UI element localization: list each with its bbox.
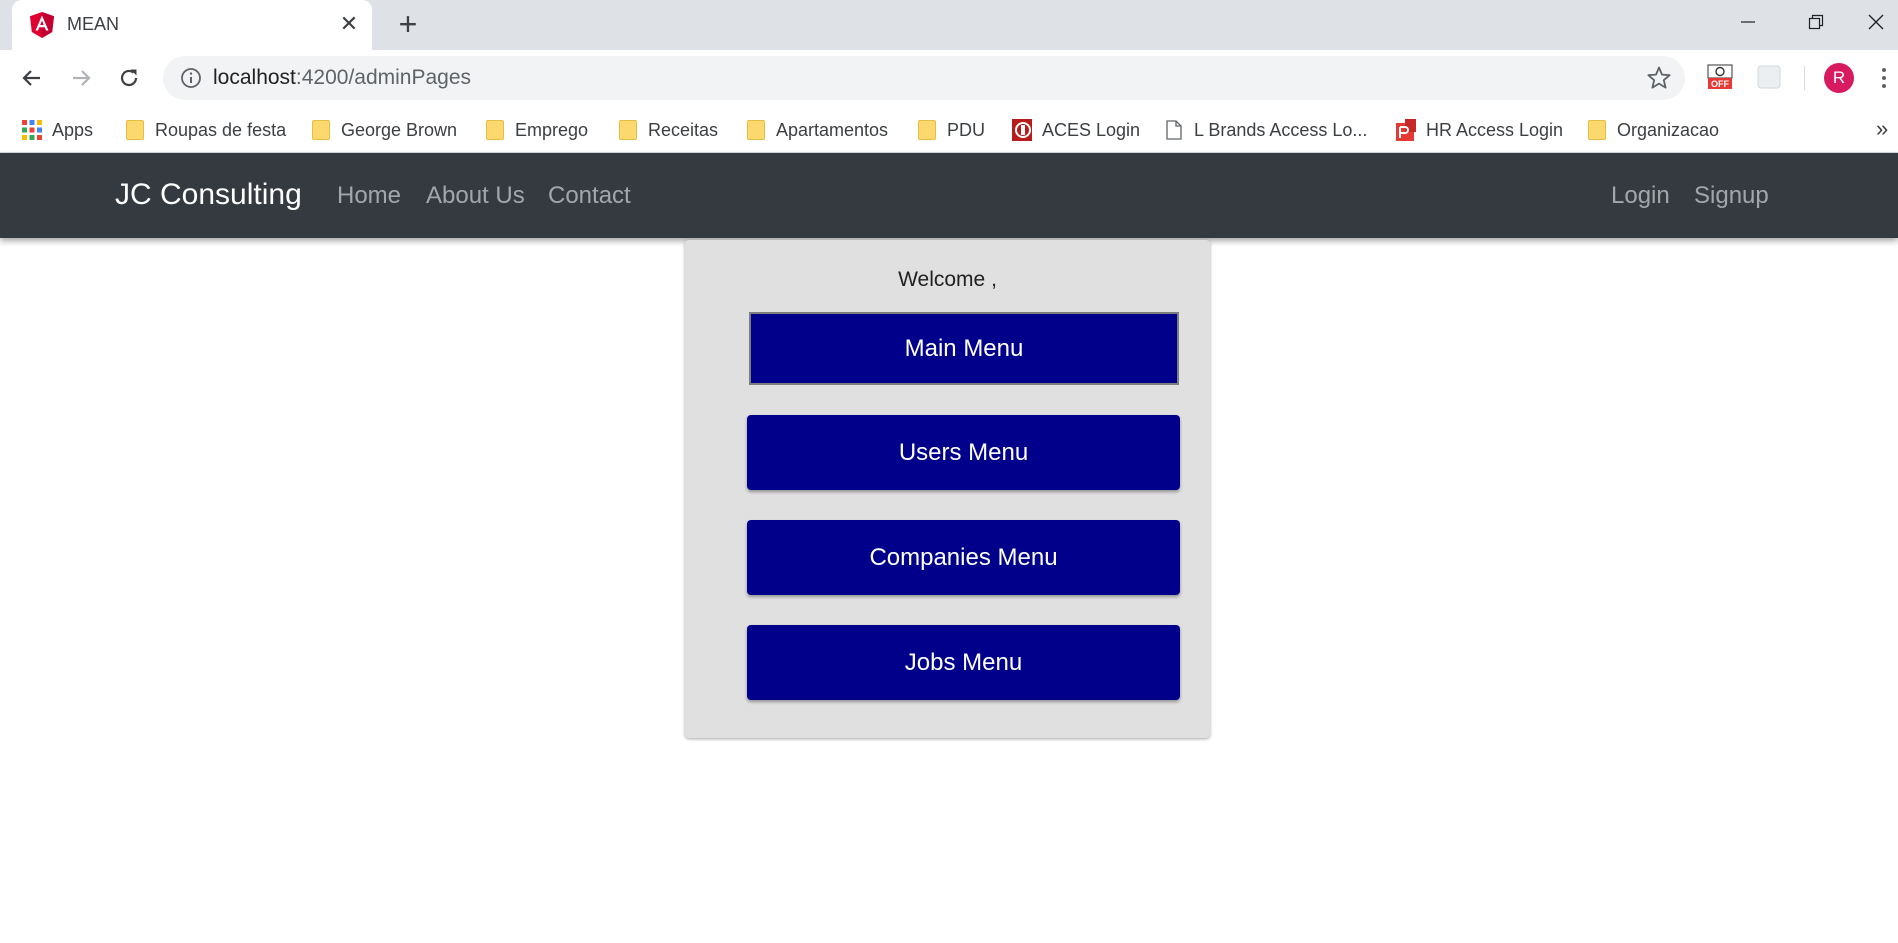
url-text: localhost:4200/adminPages [213, 66, 471, 90]
bookmark-apps[interactable]: Apps [22, 114, 93, 146]
browser-tab-strip: MEAN ✕ + [0, 0, 1898, 50]
tab-close-icon[interactable]: ✕ [335, 10, 363, 38]
folder-icon [311, 120, 331, 140]
bookmark-label: Apartamentos [776, 119, 889, 140]
browser-menu-icon[interactable] [1874, 63, 1894, 93]
bookmark-label: HR Access Login [1426, 119, 1564, 140]
site-navbar: JC Consulting Home About Us Contact Logi… [0, 153, 1898, 238]
reload-icon[interactable] [114, 63, 144, 93]
hr-favicon-icon [1396, 119, 1416, 141]
url-host: localhost [213, 66, 296, 89]
profile-avatar[interactable]: R [1824, 63, 1854, 93]
browser-tab[interactable]: MEAN ✕ [12, 0, 372, 50]
jobs-menu-button[interactable]: Jobs Menu [747, 625, 1180, 700]
browser-toolbar: localhost:4200/adminPages OFF R [0, 50, 1898, 106]
bookmark-hr-access-login[interactable]: HR Access Login [1396, 114, 1563, 146]
window-restore-icon[interactable] [1786, 0, 1846, 44]
folder-icon [485, 120, 505, 140]
svg-text:OFF: OFF [1711, 79, 1729, 89]
folder-icon [1587, 120, 1607, 140]
navbar-brand[interactable]: JC Consulting [115, 178, 302, 212]
bookmark-label: Organizacao [1617, 119, 1720, 140]
bookmark-receitas[interactable]: Receitas [618, 114, 718, 146]
nav-link-signup[interactable]: Signup [1694, 182, 1769, 210]
main-menu-button[interactable]: Main Menu [749, 312, 1179, 385]
bookmark-label: Emprego [515, 119, 589, 140]
folder-icon [618, 120, 638, 140]
nav-link-contact[interactable]: Contact [548, 182, 631, 210]
folder-icon [746, 120, 766, 140]
address-bar[interactable]: localhost:4200/adminPages [163, 56, 1685, 100]
nav-link-about-us[interactable]: About Us [426, 182, 525, 210]
bookmark-label: PDU [947, 119, 986, 140]
page-icon [1164, 120, 1184, 140]
admin-menu-card: Welcome , Main Menu Users Menu Companies… [685, 240, 1210, 738]
bookmark-george-brown[interactable]: George Brown [311, 114, 457, 146]
bookmark-label: George Brown [341, 119, 458, 140]
bookmark-apartamentos[interactable]: Apartamentos [746, 114, 888, 146]
bookmark-label: Roupas de festa [155, 119, 287, 140]
aces-favicon-icon [1012, 119, 1032, 141]
toolbar-separator [1804, 66, 1805, 90]
bookmark-label: Receitas [648, 119, 719, 140]
angular-icon [30, 12, 54, 38]
bookmarks-overflow-chevron-icon[interactable]: » [1876, 116, 1888, 142]
folder-icon [917, 120, 937, 140]
apps-grid-icon [22, 120, 42, 140]
users-menu-button[interactable]: Users Menu [747, 415, 1180, 490]
bookmark-aces-login[interactable]: ACES Login [1012, 114, 1140, 146]
new-tab-icon[interactable]: + [391, 8, 425, 42]
tab-title: MEAN [67, 14, 120, 34]
bookmark-emprego[interactable]: Emprego [485, 114, 588, 146]
bookmark-organizacao[interactable]: Organizacao [1587, 114, 1719, 146]
bookmark-label: ACES Login [1042, 119, 1141, 140]
companies-menu-button[interactable]: Companies Menu [747, 520, 1180, 595]
bookmark-roupas-de-festa[interactable]: Roupas de festa [125, 114, 286, 146]
forward-arrow-icon[interactable] [66, 63, 96, 93]
welcome-text: Welcome , [898, 268, 997, 291]
site-info-icon[interactable] [180, 67, 202, 89]
bookmark-label: Apps [52, 119, 94, 140]
window-close-icon[interactable] [1854, 0, 1898, 44]
nav-link-login[interactable]: Login [1611, 182, 1670, 210]
folder-icon [125, 120, 145, 140]
bookmark-star-icon[interactable] [1646, 65, 1672, 91]
bookmark-pdu[interactable]: PDU [917, 114, 985, 146]
back-arrow-icon[interactable] [17, 63, 47, 93]
window-minimize-icon[interactable] [1718, 0, 1778, 44]
extension-puzzle-icon[interactable] [1756, 64, 1782, 90]
bookmarks-bar: Apps Roupas de festa George Brown Empreg… [0, 106, 1898, 153]
extension-off-icon[interactable]: OFF [1707, 64, 1733, 90]
url-path: :4200/adminPages [295, 66, 472, 89]
bookmark-label: L Brands Access Lo... [1194, 119, 1368, 140]
nav-link-home[interactable]: Home [337, 182, 401, 210]
bookmark-l-brands-access[interactable]: L Brands Access Lo... [1164, 114, 1367, 146]
